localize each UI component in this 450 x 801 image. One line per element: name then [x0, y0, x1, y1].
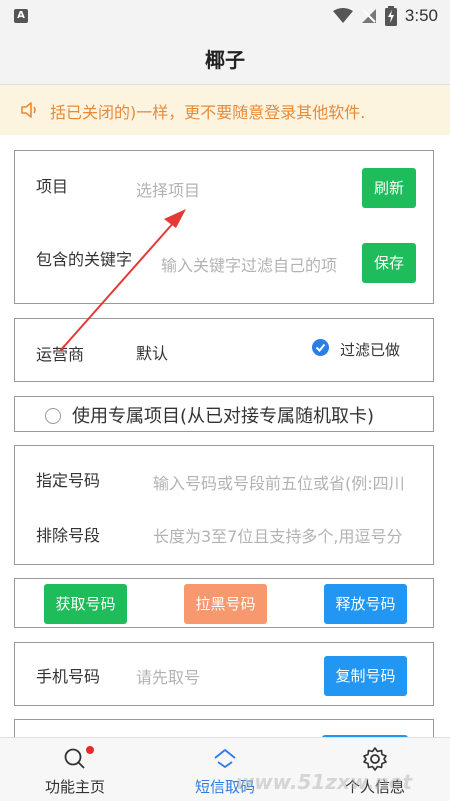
- filter-done-checkbox[interactable]: [312, 339, 329, 356]
- no-signal-icon: [361, 9, 376, 23]
- actions-card: 获取号码 拉黑号码 释放号码: [14, 578, 434, 628]
- app-notification-icon: A: [14, 9, 28, 23]
- number-card: 指定号码 输入号码或号段前五位或省(例:四川 排除号段 长度为3至7位且支持多个…: [14, 445, 434, 565]
- designated-number-input[interactable]: 输入号码或号段前五位或省(例:四川: [153, 470, 415, 494]
- status-bar: A 3:50: [0, 0, 450, 32]
- tab-home-label: 功能主页: [44, 778, 105, 796]
- release-number-button[interactable]: 释放号码: [324, 584, 407, 624]
- notice-banner: 括已关闭的)一样，更不要随意登录其他软件.: [0, 85, 450, 135]
- carrier-select[interactable]: 默认: [136, 340, 168, 364]
- wifi-icon: [332, 8, 353, 23]
- battery-icon: [384, 6, 397, 26]
- blacklist-number-button[interactable]: 拉黑号码: [184, 584, 267, 624]
- designated-number-label: 指定号码: [36, 471, 101, 490]
- check-icon: [315, 343, 326, 352]
- carrier-label: 运营商: [36, 345, 85, 364]
- exclusive-radio[interactable]: [45, 408, 61, 424]
- project-label: 项目: [36, 177, 69, 196]
- save-button[interactable]: 保存: [362, 243, 416, 283]
- clock: 3:50: [404, 6, 438, 25]
- page-title: 椰子: [205, 48, 245, 72]
- refresh-button[interactable]: 刷新: [362, 168, 416, 208]
- keyword-input[interactable]: 输入关键字过滤自己的项: [161, 252, 354, 276]
- exclude-prefix-input[interactable]: 长度为3至7位且支持多个,用逗号分: [153, 523, 415, 547]
- phone-number-label: 手机号码: [36, 667, 101, 686]
- exclude-prefix-label: 排除号段: [36, 526, 101, 545]
- gear-icon: [363, 747, 387, 771]
- status-icons: 3:50: [332, 6, 438, 26]
- phone-number-field: 请先取号: [136, 668, 201, 687]
- project-card: 项目 选择项目 刷新 包含的关键字 输入关键字过滤自己的项 保存: [14, 150, 434, 304]
- notification-dot: [86, 746, 94, 754]
- notice-text: 括已关闭的)一样，更不要随意登录其他软件.: [50, 103, 366, 122]
- carrier-card: 运营商 默认 过滤已做: [14, 318, 434, 382]
- keyword-label: 包含的关键字: [36, 250, 133, 269]
- project-select[interactable]: 选择项目: [136, 177, 346, 201]
- get-number-button[interactable]: 获取号码: [44, 584, 127, 624]
- home-icon: [214, 749, 236, 768]
- exclusive-label: 使用专属项目(从已对接专属随机取卡): [72, 406, 375, 427]
- speaker-icon: [21, 102, 36, 118]
- search-icon: [64, 748, 85, 769]
- copy-number-button[interactable]: 复制号码: [324, 656, 407, 696]
- exclusive-project-option[interactable]: 使用专属项目(从已对接专属随机取卡): [14, 396, 434, 432]
- title-bar: 椰子: [0, 32, 450, 85]
- tab-home[interactable]: 功能主页: [0, 738, 150, 801]
- watermark: www.51zxw.net: [235, 770, 412, 794]
- phone-card: 手机号码 请先取号 复制号码: [14, 642, 434, 706]
- filter-done-label: 过滤已做: [340, 341, 401, 359]
